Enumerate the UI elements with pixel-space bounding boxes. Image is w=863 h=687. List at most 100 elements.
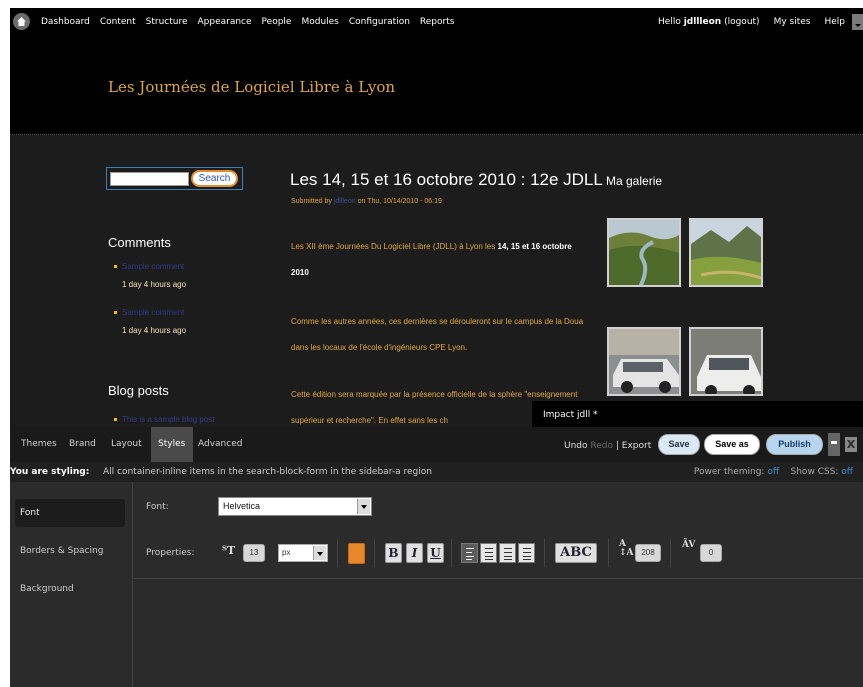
comments-list: Sample comment 1 day 4 hours ago Sample … — [114, 262, 186, 354]
gallery-title: Ma galerie — [606, 174, 663, 188]
submitted-line: Submitted by jdllleon on Thu, 10/14/2010… — [291, 198, 442, 205]
styling-options: Power theming: off Show CSS: off — [694, 467, 853, 477]
theme-tab-label[interactable]: Impact jdll * — [532, 401, 863, 427]
italic-button[interactable]: I — [406, 543, 423, 563]
properties-row: Properties: ᵀT 13 px B I U ABC A↕A 208 — [134, 527, 863, 579]
search-button[interactable]: Search — [191, 170, 238, 187]
align-justify-icon[interactable] — [518, 543, 535, 563]
menu-borders-spacing[interactable]: Borders & Spacing — [15, 537, 125, 565]
font-unit-select[interactable]: px — [278, 544, 328, 562]
divider — [544, 539, 545, 567]
menu-appearance[interactable]: Appearance — [198, 17, 252, 27]
close-icon[interactable]: X — [845, 437, 857, 452]
menu-structure[interactable]: Structure — [146, 17, 188, 27]
font-family-select[interactable]: Helvetica — [218, 497, 372, 516]
tab-styles[interactable]: Styles — [151, 427, 193, 462]
tab-themes[interactable]: Themes — [16, 427, 62, 462]
site-title[interactable]: Les Journées de Logiciel Libre à Lyon — [108, 78, 395, 96]
align-left-icon[interactable] — [461, 543, 478, 563]
menu-people[interactable]: People — [262, 17, 292, 27]
font-size-icon: ᵀT — [222, 544, 236, 557]
divider — [670, 539, 671, 567]
user-menu: Hello jdllleon (logout) My sites Help — [658, 17, 845, 27]
power-theming-toggle[interactable]: off — [767, 467, 779, 477]
list-item: This is a sample blog post — [114, 415, 215, 424]
comments-title: Comments — [108, 235, 171, 250]
style-properties-panel: Font: Helvetica Properties: ᵀT 13 px B I… — [134, 482, 863, 687]
comment-meta: 1 day 4 hours ago — [122, 326, 187, 335]
styling-info-bar: You are styling: All container-inline it… — [10, 462, 863, 482]
font-unit-value: px — [282, 548, 291, 557]
gallery-thumbnail[interactable] — [607, 218, 681, 287]
font-family-value: Helvetica — [223, 501, 261, 511]
publish-button[interactable]: Publish — [766, 434, 823, 455]
comment-link[interactable]: Sample comment — [122, 308, 186, 317]
letter-spacing-icon: ÃV — [682, 540, 696, 550]
letter-spacing-input[interactable]: 0 — [700, 544, 722, 562]
menu-dashboard[interactable]: Dashboard — [41, 17, 90, 27]
align-center-icon[interactable] — [480, 543, 497, 563]
divider — [337, 539, 338, 567]
logout-link[interactable]: (logout) — [724, 17, 759, 27]
divider — [374, 539, 375, 567]
undo-button[interactable]: Undo — [564, 441, 588, 451]
divider — [608, 539, 609, 567]
show-css-toggle[interactable]: off — [841, 467, 853, 477]
gallery-thumbnail[interactable] — [689, 327, 763, 396]
gallery-thumbnail[interactable] — [689, 218, 763, 287]
line-height-input[interactable]: 208 — [635, 544, 661, 562]
tab-layout[interactable]: Layout — [106, 427, 147, 462]
minimize-icon[interactable] — [828, 433, 840, 456]
my-sites-link[interactable]: My sites — [774, 17, 811, 27]
bold-button[interactable]: B — [385, 543, 402, 563]
export-button[interactable]: Export — [622, 441, 651, 451]
toolbar-toggle-icon[interactable] — [852, 14, 863, 30]
editor-tabbar: Themes Brand Layout Styles Advanced Undo… — [10, 427, 863, 462]
help-link[interactable]: Help — [824, 17, 845, 27]
style-category-menu: Font Borders & Spacing Background — [10, 482, 133, 687]
menu-modules[interactable]: Modules — [301, 17, 338, 27]
site-preview: Les Journées de Logiciel Libre à Lyon Se… — [10, 36, 863, 427]
text-case-button[interactable]: ABC — [555, 543, 597, 563]
chevron-down-icon — [357, 499, 370, 514]
menu-configuration[interactable]: Configuration — [349, 17, 410, 27]
styling-target: All container-inline items in the search… — [103, 467, 432, 477]
align-right-icon[interactable] — [499, 543, 516, 563]
styling-label: You are styling: — [10, 467, 90, 477]
list-item: Sample comment 1 day 4 hours ago — [114, 262, 186, 289]
comment-link[interactable]: Sample comment — [122, 262, 186, 271]
menu-content[interactable]: Content — [100, 17, 136, 27]
tab-brand[interactable]: Brand — [64, 427, 101, 462]
username[interactable]: jdllleon — [684, 17, 721, 27]
article-paragraph-2: Comme les autres années, ces dernières s… — [291, 317, 584, 352]
search-input[interactable] — [110, 172, 189, 186]
menu-background[interactable]: Background — [15, 575, 125, 603]
gallery-thumbnail[interactable] — [607, 327, 681, 396]
menu-font[interactable]: Font — [15, 499, 125, 527]
tab-advanced[interactable]: Advanced — [193, 427, 247, 462]
article-title[interactable]: Les 14, 15 et 16 octobre 2010 : 12e JDLL — [290, 170, 603, 190]
divider: | — [615, 441, 619, 451]
theme-editor-panel: Themes Brand Layout Styles Advanced Undo… — [10, 427, 863, 687]
save-as-button[interactable]: Save as — [704, 434, 760, 455]
redo-button[interactable]: Redo — [590, 441, 613, 451]
comment-meta: 1 day 4 hours ago — [122, 280, 187, 289]
font-color-swatch[interactable] — [348, 543, 365, 564]
blog-posts-title: Blog posts — [108, 383, 169, 398]
search-block-form: Search — [106, 167, 243, 190]
menu-reports[interactable]: Reports — [420, 17, 455, 27]
submitted-by-label: Submitted by — [291, 198, 332, 205]
author-link[interactable]: jdllleon — [334, 198, 356, 205]
blog-list: This is a sample blog post — [114, 415, 215, 427]
underline-button[interactable]: U — [427, 543, 444, 563]
blog-post-link[interactable]: This is a sample blog post — [122, 415, 215, 424]
home-icon[interactable] — [13, 13, 30, 30]
font-size-input[interactable]: 13 — [243, 544, 265, 562]
power-theming-label: Power theming: — [693, 467, 765, 477]
chevron-down-icon — [313, 546, 326, 560]
admin-toolbar: Dashboard Content Structure Appearance P… — [10, 8, 863, 36]
user-greeting: Hello jdllleon (logout) — [658, 17, 760, 27]
history-controls: Undo Redo | Export — [564, 441, 651, 451]
save-button[interactable]: Save — [658, 434, 700, 455]
submitted-date: on Thu, 10/14/2010 - 06:19 — [357, 198, 442, 205]
